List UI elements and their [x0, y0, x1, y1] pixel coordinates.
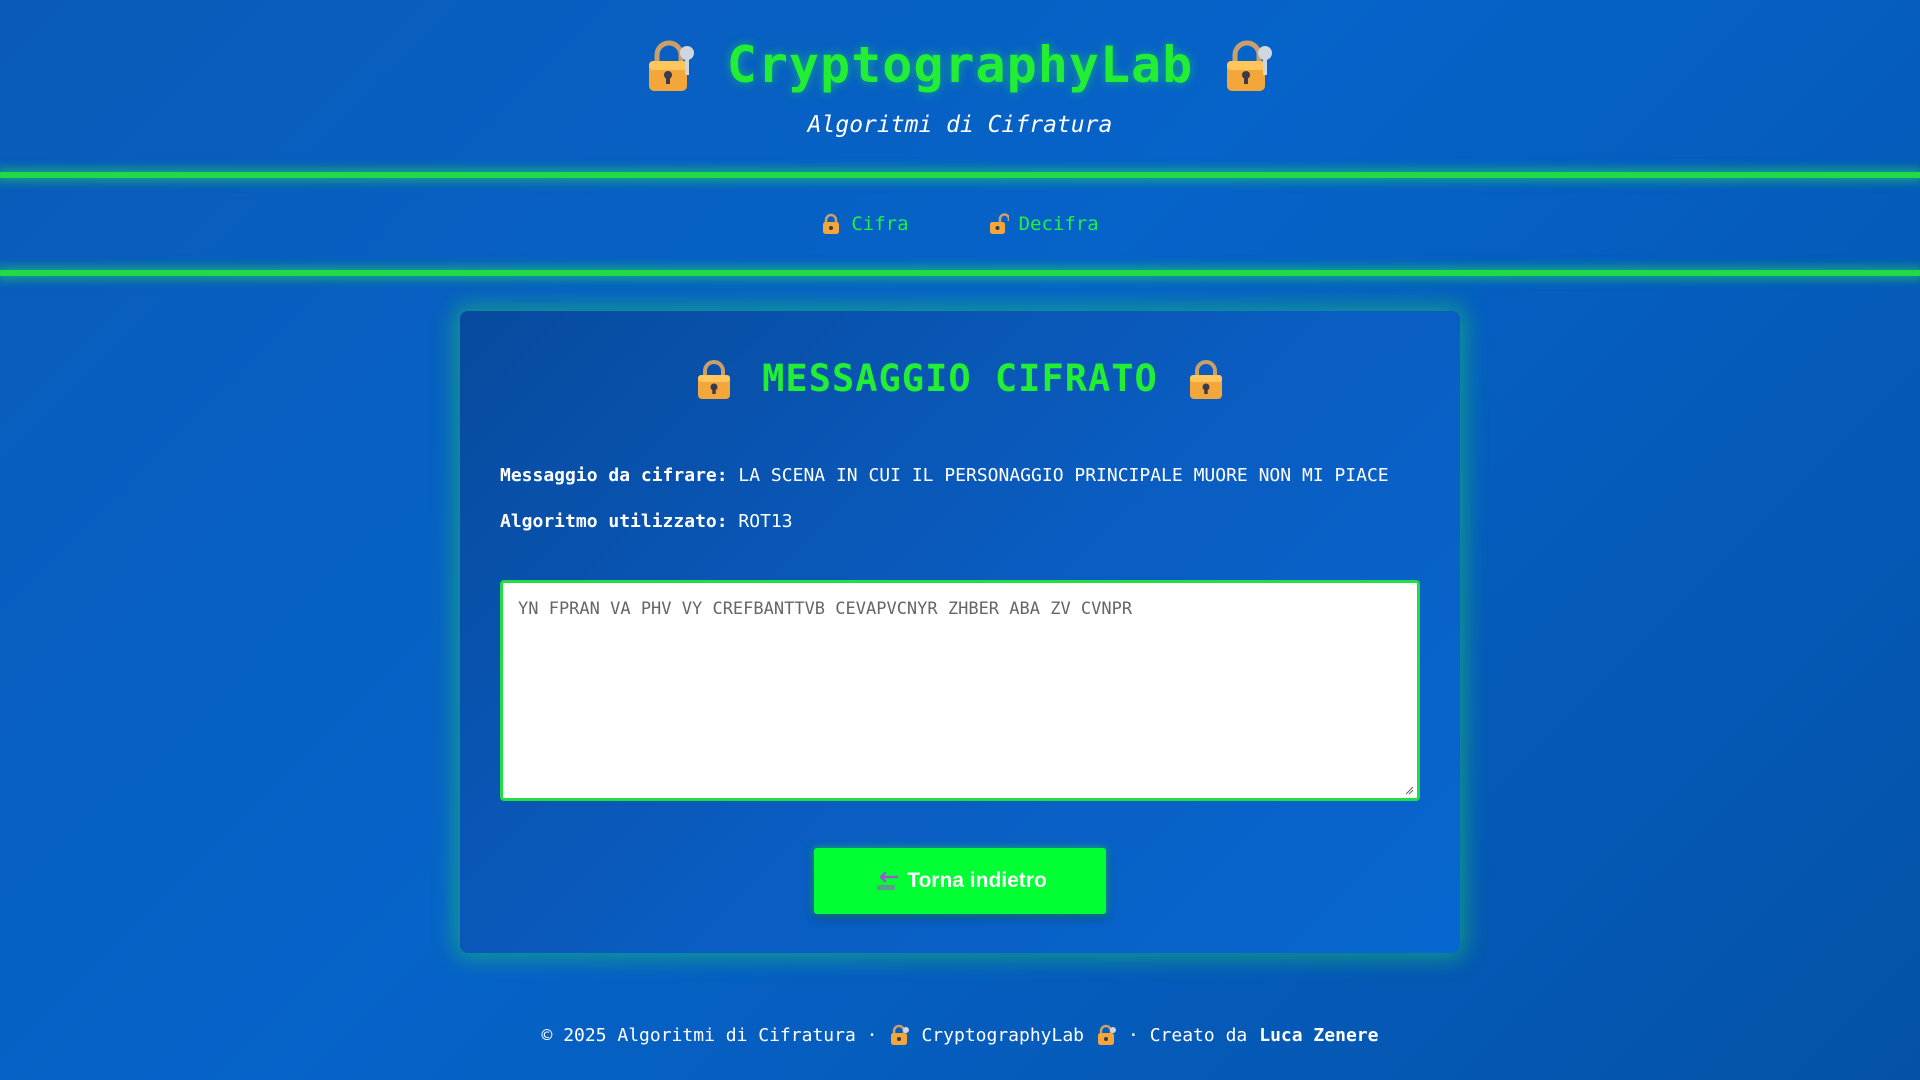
- footer-created-prefix: · Creato da: [1128, 1024, 1248, 1046]
- main-nav: Cifra Decifra: [0, 178, 1920, 270]
- nav-divider: [0, 270, 1920, 276]
- lock-with-key-icon: [1227, 40, 1273, 91]
- lock-with-key-icon: [891, 1024, 910, 1045]
- algorithm-info: Algoritmo utilizzato: ROT13: [500, 511, 793, 532]
- back-button[interactable]: Torna indietro: [814, 848, 1106, 914]
- site-header: CryptographyLab Algoritmi di Cifratura: [0, 0, 1920, 172]
- resize-grip-icon[interactable]: [1404, 785, 1414, 795]
- locked-icon: [823, 213, 840, 234]
- algorithm-value: ROT13: [738, 511, 793, 532]
- footer-brand: CryptographyLab: [921, 1024, 1085, 1046]
- footer-author: Luca Zenere: [1259, 1024, 1379, 1046]
- footer-copyright: © 2025 Algoritmi di Cifratura ·: [541, 1024, 878, 1046]
- message-value: LA SCENA IN CUI IL PERSONAGGIO PRINCIPAL…: [738, 465, 1389, 486]
- message-info: Messaggio da cifrare: LA SCENA IN CUI IL…: [500, 465, 1389, 486]
- locked-icon: [698, 359, 731, 399]
- encrypted-output-text: YN FPRAN VA PHV VY CREFBANTTVB CEVAPVCNY…: [518, 599, 1133, 619]
- algorithm-label: Algoritmo utilizzato:: [500, 511, 728, 532]
- site-title: CryptographyLab: [726, 36, 1194, 94]
- card-title: MESSAGGIO CIFRATO: [762, 357, 1158, 400]
- unlocked-icon: [989, 213, 1009, 234]
- message-label: Messaggio da cifrare:: [500, 465, 728, 486]
- title-row: CryptographyLab: [0, 36, 1920, 94]
- nav-link-decifra[interactable]: Decifra: [989, 213, 1099, 235]
- card-title-row: MESSAGGIO CIFRATO: [460, 357, 1460, 400]
- nav-link-cifra[interactable]: Cifra: [821, 213, 909, 235]
- result-card: MESSAGGIO CIFRATO Messaggio da cifrare: …: [460, 311, 1460, 953]
- encrypted-output-textarea[interactable]: YN FPRAN VA PHV VY CREFBANTTVB CEVAPVCNY…: [500, 580, 1420, 801]
- back-button-label: Torna indietro: [907, 869, 1047, 892]
- nav-link-label: Decifra: [1018, 213, 1099, 235]
- locked-icon: [1189, 359, 1222, 399]
- back-arrow-icon: [877, 871, 899, 890]
- nav-link-label: Cifra: [851, 213, 909, 235]
- site-footer: © 2025 Algoritmi di Cifratura · Cryptogr…: [0, 1024, 1920, 1046]
- site-subtitle: Algoritmi di Cifratura: [807, 112, 1113, 138]
- lock-with-key-icon: [648, 40, 694, 91]
- lock-with-key-icon: [1098, 1024, 1117, 1045]
